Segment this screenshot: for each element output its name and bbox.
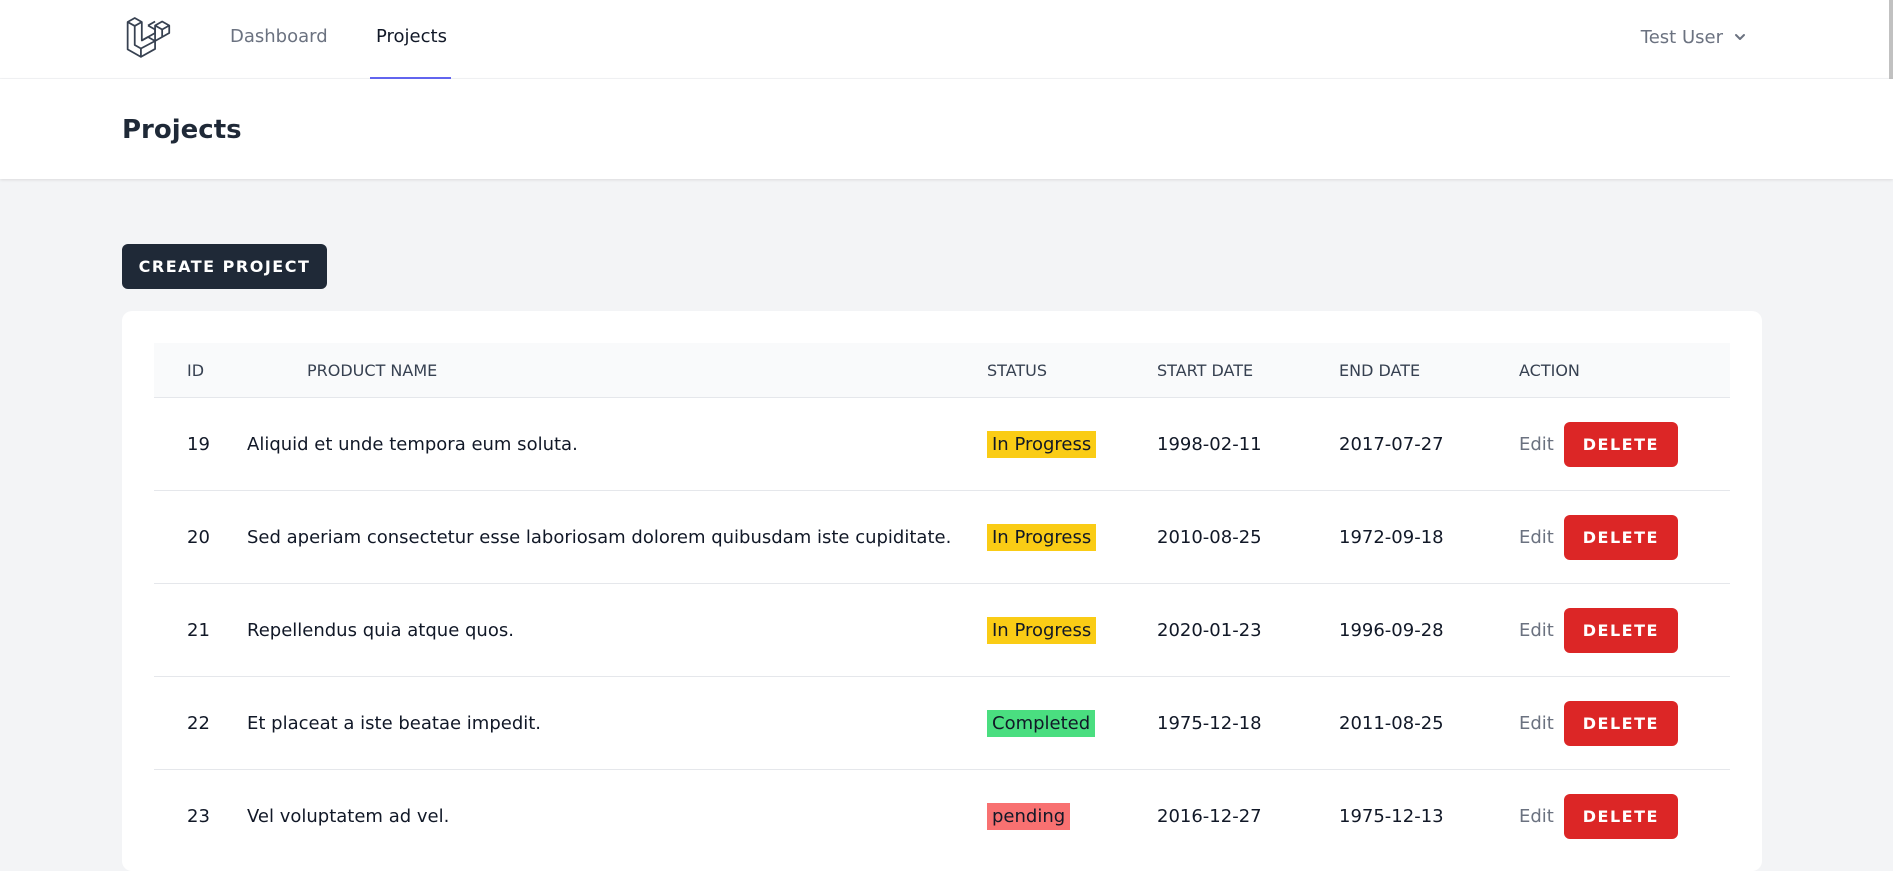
column-header-id: ID [154, 343, 247, 398]
end-date: 2017-07-27 [1339, 397, 1519, 491]
column-header-status: STATUS [987, 343, 1157, 398]
delete-button[interactable]: DELETE [1563, 793, 1678, 839]
status-badge: In Progress [987, 616, 1097, 644]
project-name: Sed aperiam consectetur esse laboriosam … [247, 490, 987, 584]
start-date: 1975-12-18 [1157, 676, 1339, 770]
project-id: 22 [154, 676, 247, 770]
status-badge: pending [987, 802, 1071, 830]
column-header-product-name: PRODUCT NAME [247, 343, 987, 398]
table-row: 23 Vel voluptatem ad vel. pending 2016-1… [154, 769, 1730, 862]
laravel-logo-icon[interactable] [125, 14, 171, 60]
edit-link[interactable]: Edit [1519, 713, 1554, 734]
top-navigation: Dashboard Projects Test User [0, 0, 1893, 88]
column-header-start-date: START DATE [1157, 343, 1339, 398]
projects-table: ID PRODUCT NAME STATUS START DATE END DA… [154, 343, 1730, 862]
column-header-end-date: END DATE [1339, 343, 1519, 398]
page-title: Projects [122, 115, 242, 145]
project-id: 23 [154, 769, 247, 862]
start-date: 2010-08-25 [1157, 490, 1339, 584]
page-scrollbar[interactable] [1889, 0, 1893, 88]
table-row: 22 Et placeat a iste beatae impedit. Com… [154, 676, 1730, 770]
delete-button[interactable]: DELETE [1563, 607, 1678, 653]
user-name: Test User [1640, 26, 1723, 48]
chevron-down-icon [1735, 34, 1745, 40]
delete-button[interactable]: DELETE [1563, 514, 1678, 560]
end-date: 1996-09-28 [1339, 583, 1519, 677]
row-actions: Edit DELETE [1519, 677, 1730, 769]
edit-link[interactable]: Edit [1519, 806, 1554, 827]
project-name: Aliquid et unde tempora eum soluta. [247, 397, 987, 491]
user-menu-dropdown[interactable]: Test User [1641, 24, 1747, 50]
edit-link[interactable]: Edit [1519, 527, 1554, 548]
table-header-row: ID PRODUCT NAME STATUS START DATE END DA… [154, 343, 1730, 398]
project-name: Vel voluptatem ad vel. [247, 769, 987, 862]
delete-button[interactable]: DELETE [1563, 421, 1678, 467]
end-date: 1975-12-13 [1339, 769, 1519, 862]
end-date: 2011-08-25 [1339, 676, 1519, 770]
row-actions: Edit DELETE [1519, 770, 1730, 862]
end-date: 1972-09-18 [1339, 490, 1519, 584]
row-actions: Edit DELETE [1519, 584, 1730, 676]
row-actions: Edit DELETE [1519, 491, 1730, 583]
start-date: 2020-01-23 [1157, 583, 1339, 677]
project-id: 20 [154, 490, 247, 584]
status-badge: In Progress [987, 430, 1097, 458]
status-badge: Completed [987, 709, 1096, 737]
nav-link-projects[interactable]: Projects [376, 26, 447, 47]
start-date: 1998-02-11 [1157, 397, 1339, 491]
table-row: 20 Sed aperiam consectetur esse laborios… [154, 490, 1730, 584]
edit-link[interactable]: Edit [1519, 434, 1554, 455]
table-row: 21 Repellendus quia atque quos. In Progr… [154, 583, 1730, 677]
status-badge: In Progress [987, 523, 1097, 551]
row-actions: Edit DELETE [1519, 398, 1730, 490]
project-name: Et placeat a iste beatae impedit. [247, 676, 987, 770]
project-id: 21 [154, 583, 247, 677]
edit-link[interactable]: Edit [1519, 620, 1554, 641]
column-header-action: ACTION [1519, 343, 1730, 398]
project-id: 19 [154, 397, 247, 491]
start-date: 2016-12-27 [1157, 769, 1339, 862]
projects-card: ID PRODUCT NAME STATUS START DATE END DA… [122, 311, 1762, 871]
project-name: Repellendus quia atque quos. [247, 583, 987, 677]
page-header: Projects [0, 79, 1893, 179]
nav-link-dashboard[interactable]: Dashboard [230, 26, 328, 47]
table-row: 19 Aliquid et unde tempora eum soluta. I… [154, 397, 1730, 491]
delete-button[interactable]: DELETE [1563, 700, 1678, 746]
create-project-button[interactable]: CREATE PROJECT [122, 244, 327, 289]
